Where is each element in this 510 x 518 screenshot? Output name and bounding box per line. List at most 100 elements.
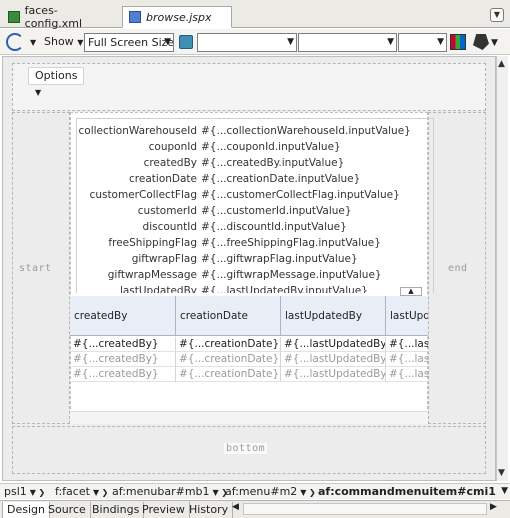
scroll-left-icon[interactable]: ◀ bbox=[232, 502, 239, 512]
chevron-down-icon: ▼ bbox=[287, 37, 294, 47]
form-field-row: creationDate #{...creationDate.inputValue… bbox=[76, 171, 434, 187]
table-cell[interactable]: #{...createdBy} bbox=[70, 337, 176, 352]
screen-size-select[interactable]: Full Screen Size ▼ bbox=[84, 33, 174, 52]
form-field-value[interactable]: #{...customerId.inputValue} bbox=[201, 203, 352, 219]
breadcrumb-label: af:menubar#mb1 bbox=[112, 485, 210, 498]
show-menu-button[interactable]: Show ▼ bbox=[44, 35, 83, 48]
breadcrumb-item[interactable]: af:menu#m2 ▼ ❯ bbox=[225, 485, 316, 500]
form-field-label: collectionWarehouseId bbox=[78, 125, 198, 137]
form-field-value[interactable]: #{...freeShippingFlag.inputValue} bbox=[201, 235, 381, 251]
xml-file-icon bbox=[8, 11, 20, 23]
chevron-down-icon: ▼ bbox=[77, 38, 84, 47]
form-field-label: freeShippingFlag bbox=[108, 237, 197, 249]
chevron-down-icon[interactable]: ▼ bbox=[491, 38, 498, 48]
breadcrumb-label: af:menu#m2 bbox=[225, 485, 298, 498]
column-header[interactable]: lastUpdatedBy bbox=[281, 296, 386, 336]
locale-select[interactable]: ▼ bbox=[298, 33, 397, 52]
tab-label: faces-config.xml bbox=[24, 4, 83, 30]
breadcrumb-item[interactable]: af:commandmenuitem#cmi1 bbox=[318, 485, 496, 499]
form-panel: collectionWarehouseId #{...collectionWare… bbox=[76, 118, 434, 293]
scroll-up-icon[interactable]: ▲ bbox=[498, 59, 505, 69]
show-label: Show bbox=[44, 35, 74, 48]
tab-faces-config[interactable]: faces-config.xml bbox=[2, 4, 120, 30]
show-grid-icon[interactable] bbox=[450, 34, 466, 50]
form-field-row: giftwrapFlag #{...giftwrapFlag.inputValue… bbox=[76, 251, 434, 267]
tab-design[interactable]: Design bbox=[2, 502, 50, 518]
horizontal-scrollbar-track[interactable] bbox=[243, 503, 487, 515]
scroll-right-icon[interactable]: ▶ bbox=[490, 502, 497, 512]
chevron-down-icon[interactable]: ▼ bbox=[501, 486, 508, 496]
tab-source[interactable]: Source bbox=[44, 502, 91, 518]
table-cell[interactable]: #{...creationDate} bbox=[176, 337, 281, 352]
table-horizontal-scrollbar[interactable] bbox=[70, 411, 428, 424]
table-cell[interactable]: #{...lastUpdatedBy} bbox=[281, 367, 386, 382]
column-header[interactable]: lastUpda bbox=[386, 296, 428, 336]
table-cell[interactable]: #{...lastU bbox=[386, 367, 428, 382]
form-field-row: collectionWarehouseId #{...collectionWare… bbox=[76, 123, 434, 139]
table-cell[interactable]: #{...creationDate} bbox=[176, 352, 281, 367]
scroll-down-icon[interactable]: ▼ bbox=[498, 468, 505, 478]
tab-browse-jspx[interactable]: browse.jspx bbox=[122, 6, 232, 28]
jspx-file-icon bbox=[129, 11, 141, 23]
form-field-label: couponId bbox=[148, 141, 197, 153]
column-header[interactable]: createdBy bbox=[70, 296, 176, 336]
chevron-down-icon: ▼ bbox=[164, 37, 171, 47]
chevron-right-icon: ▼ ❯ bbox=[29, 488, 46, 497]
table-cell[interactable]: #{...creationDate} bbox=[176, 367, 281, 382]
breadcrumb: psl1 ▼ ❯ f:facet ▼ ❯ af:menubar#mb1 ▼ ❯ af:men… bbox=[0, 483, 510, 499]
form-field-value[interactable]: #{...creationDate.inputValue} bbox=[201, 171, 360, 187]
form-field-row: giftwrapMessage #{...giftwrapMessage.inpu… bbox=[76, 267, 434, 283]
splitter-collapse-icon[interactable]: ▲ bbox=[400, 287, 422, 296]
tab-preview[interactable]: Preview bbox=[138, 502, 190, 518]
breadcrumb-label: af:commandmenuitem#cmi1 bbox=[318, 485, 496, 498]
end-facet-label: end bbox=[448, 263, 468, 274]
table-cell[interactable]: #{...lastU bbox=[386, 352, 428, 367]
refresh-icon[interactable] bbox=[6, 33, 24, 51]
form-field-value[interactable]: #{...lastUpdatedBy.inputValue} bbox=[201, 283, 368, 293]
form-field-label: giftwrapFlag bbox=[131, 253, 197, 265]
browser-preview-icon[interactable] bbox=[179, 35, 193, 49]
form-field-label: creationDate bbox=[129, 173, 197, 185]
form-field-value[interactable]: #{...giftwrapMessage.inputValue} bbox=[201, 267, 382, 283]
form-field-label: createdBy bbox=[143, 157, 197, 169]
data-table[interactable]: createdBy creationDate lastUpdatedBy las… bbox=[70, 296, 428, 424]
breadcrumb-item[interactable]: psl1 ▼ ❯ bbox=[4, 485, 45, 500]
form-field-label: customerCollectFlag bbox=[89, 189, 197, 201]
tab-bindings[interactable]: Bindings bbox=[88, 502, 145, 518]
canvas-vertical-scrollbar[interactable]: ▲ ▼ bbox=[496, 56, 508, 481]
form-field-value[interactable]: #{...discountId.inputValue} bbox=[201, 219, 347, 235]
form-field-label: discountId bbox=[142, 221, 197, 233]
breadcrumb-item[interactable]: af:menubar#mb1 ▼ ❯ bbox=[112, 485, 228, 500]
table-cell[interactable]: #{...lastUpdatedBy} bbox=[281, 352, 386, 367]
start-facet-label: start bbox=[19, 263, 52, 274]
table-cell[interactable]: #{...createdBy} bbox=[70, 367, 176, 382]
form-field-label: customerId bbox=[137, 205, 197, 217]
form-field-value[interactable]: #{...couponId.inputValue} bbox=[201, 139, 341, 155]
form-field-row: customerId #{...customerId.inputValue} bbox=[76, 203, 434, 219]
accessibility-select[interactable]: ▼ bbox=[398, 33, 447, 52]
chevron-down-icon: ▼ bbox=[387, 37, 394, 47]
form-field-value[interactable]: #{...collectionWarehouseId.inputValue} bbox=[201, 123, 411, 139]
form-field-row: customerCollectFlag #{...customerCollectF… bbox=[76, 187, 434, 203]
form-field-row: discountId #{...discountId.inputValue} bbox=[76, 219, 434, 235]
tab-list-menu-icon[interactable]: ▼ bbox=[490, 8, 504, 22]
form-field-value[interactable]: #{...giftwrapFlag.inputValue} bbox=[201, 251, 358, 267]
form-field-row: lastUpdatedBy #{...lastUpdatedBy.inputVal… bbox=[76, 283, 434, 293]
column-header[interactable]: creationDate bbox=[176, 296, 281, 336]
table-cell[interactable]: #{...createdBy} bbox=[70, 352, 176, 367]
chevron-down-icon: ▼ bbox=[437, 37, 444, 47]
form-field-label: lastUpdatedBy bbox=[119, 285, 197, 293]
bottom-facet-label: bottom bbox=[224, 443, 268, 454]
breadcrumb-label: psl1 bbox=[4, 485, 27, 498]
options-menu-button[interactable]: Options ▼ bbox=[28, 67, 84, 97]
refresh-dropdown-arrow-icon[interactable]: ▼ bbox=[30, 38, 36, 47]
table-cell[interactable]: #{...lastU bbox=[386, 337, 428, 352]
table-cell[interactable]: #{...lastUpdatedBy} bbox=[281, 337, 386, 352]
form-field-row: couponId #{...couponId.inputValue} bbox=[76, 139, 434, 155]
form-field-value[interactable]: #{...customerCollectFlag.inputValue} bbox=[201, 187, 400, 203]
breadcrumb-item[interactable]: f:facet ▼ ❯ bbox=[55, 485, 108, 500]
skin-select[interactable]: ▼ bbox=[197, 33, 297, 52]
chevron-down-icon: ▼ bbox=[35, 88, 42, 97]
form-field-value[interactable]: #{...createdBy.inputValue} bbox=[201, 155, 344, 171]
tab-history[interactable]: History bbox=[185, 502, 234, 518]
